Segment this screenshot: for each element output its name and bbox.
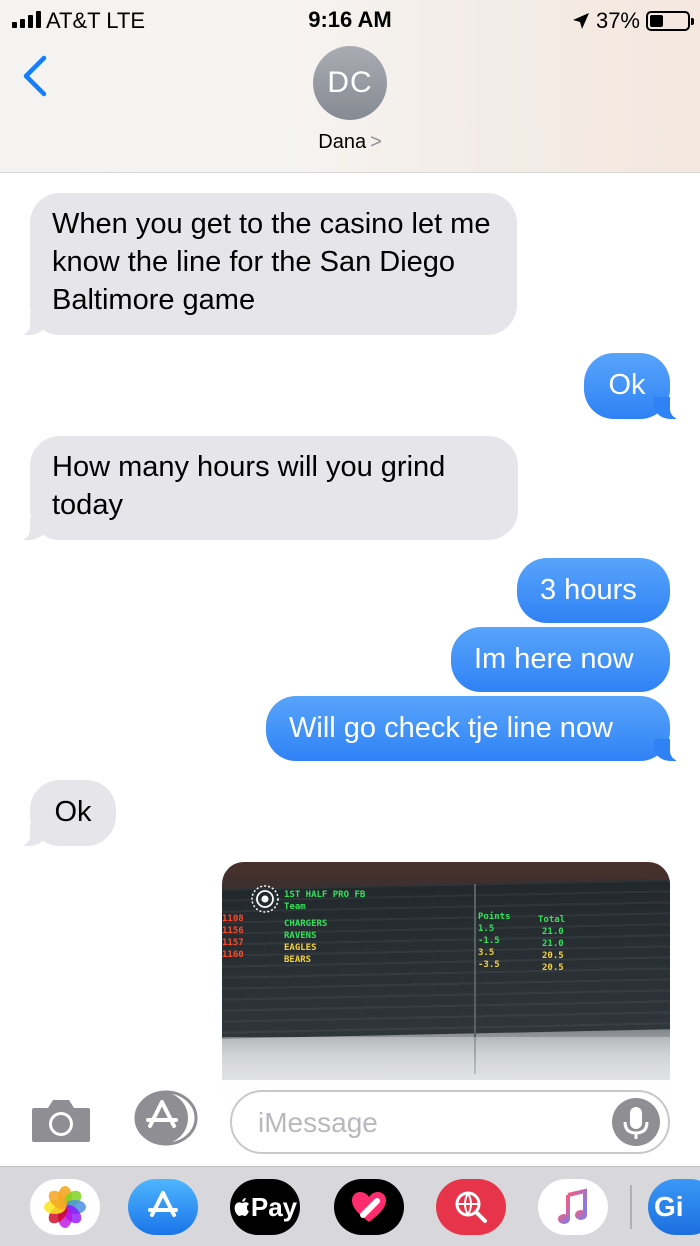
live-photo-icon: [251, 885, 279, 913]
board-row-points: -3.5: [478, 960, 500, 970]
incoming-message[interactable]: When you get to the casino let me know t…: [16, 193, 517, 335]
message-text: 3 hours: [540, 574, 637, 606]
app-store-button[interactable]: [128, 1090, 198, 1146]
app-store-app-button[interactable]: [128, 1179, 198, 1235]
board-row-team: CHARGERS: [284, 919, 328, 929]
avatar-initials: DC: [327, 66, 373, 99]
digital-touch-button[interactable]: [334, 1179, 404, 1235]
message-text: Ok: [54, 796, 92, 828]
music-note-icon: [558, 1188, 587, 1224]
imessage-app-drawer: Pay Gi: [0, 1166, 700, 1246]
message-text: Will go check tje line now: [289, 712, 613, 744]
board-row-team: RAVENS: [284, 931, 317, 941]
apple-pay-button[interactable]: Pay: [230, 1179, 300, 1235]
apple-pay-label: Pay: [250, 1191, 298, 1222]
photos-icon: [44, 1186, 86, 1228]
heart-icon: [352, 1192, 386, 1222]
board-row-points: -1.5: [478, 936, 500, 946]
search-globe-icon: [455, 1191, 487, 1223]
board-row-number: 1157: [222, 938, 244, 948]
battery-icon: [646, 11, 694, 31]
board-title: 1ST HALF PRO FB: [284, 890, 366, 900]
board-total-header: Total: [538, 915, 566, 925]
outgoing-message[interactable]: 3 hours: [517, 558, 670, 623]
message-text: Im here now: [474, 643, 634, 675]
music-app-button[interactable]: [538, 1179, 608, 1235]
photos-app-button[interactable]: [30, 1179, 100, 1235]
outgoing-message[interactable]: Will go check tje line now: [266, 696, 684, 761]
board-row-number: 1160: [222, 950, 244, 960]
imessage-placeholder: iMessage: [258, 1107, 378, 1138]
board-row-team: EAGLES: [284, 943, 317, 953]
board-row-team: BEARS: [284, 955, 312, 965]
board-row-total: 21.0: [542, 927, 564, 937]
drawer-separator: [630, 1185, 632, 1229]
chevron-left-icon: [23, 55, 47, 97]
message-text: How many hours will you grind today: [52, 451, 446, 521]
battery-percent: 37%: [595, 8, 640, 33]
board-row-total: 21.0: [542, 939, 564, 949]
incoming-message[interactable]: How many hours will you grind today: [16, 436, 518, 540]
contact-avatar[interactable]: DC: [313, 46, 387, 120]
app-store-icon: [134, 1090, 198, 1146]
web-images-button[interactable]: [436, 1179, 506, 1235]
board-points-header: Points: [478, 912, 511, 922]
board-team-header: Team: [284, 902, 306, 912]
apple-logo-icon: [234, 1197, 249, 1216]
board-row-points: 3.5: [478, 948, 495, 958]
outgoing-message[interactable]: Ok: [584, 353, 684, 419]
back-button[interactable]: [18, 54, 58, 98]
incoming-message[interactable]: Ok: [16, 780, 116, 846]
microphone-icon: [623, 1107, 649, 1139]
dictation-button[interactable]: [612, 1098, 660, 1146]
board-row-total: 20.5: [542, 951, 564, 961]
camera-icon: [32, 1100, 90, 1142]
board-row-total: 20.5: [542, 963, 564, 973]
board-row-number: 1108: [222, 914, 244, 924]
compose-bar: iMessage: [0, 1080, 700, 1166]
status-bar: AT&T LTE 9:16 AM 37%: [0, 0, 700, 40]
message-text: When you get to the casino let me know t…: [52, 208, 491, 316]
outgoing-message[interactable]: Im here now: [451, 627, 670, 692]
photo-message[interactable]: 1ST HALF PRO FB Team Points Total 1108 C…: [222, 862, 670, 1102]
contact-name: Dana: [318, 131, 367, 153]
app-store-icon: [148, 1191, 178, 1217]
conversation-header: AT&T LTE 9:16 AM 37% DC Dana >: [0, 0, 700, 173]
gif-app-button[interactable]: Gi: [648, 1179, 700, 1235]
camera-button[interactable]: [30, 1096, 92, 1144]
imessage-input[interactable]: iMessage: [230, 1090, 670, 1154]
gif-app-label: Gi: [654, 1191, 684, 1222]
message-text: Ok: [608, 369, 646, 401]
board-row-number: 1156: [222, 926, 244, 936]
location-arrow-icon: [572, 13, 589, 29]
board-row-points: 1.5: [478, 924, 495, 934]
battery-status: 37%: [572, 8, 694, 34]
contact-name-button[interactable]: Dana >: [0, 131, 700, 154]
chevron-right-icon: >: [370, 131, 382, 153]
